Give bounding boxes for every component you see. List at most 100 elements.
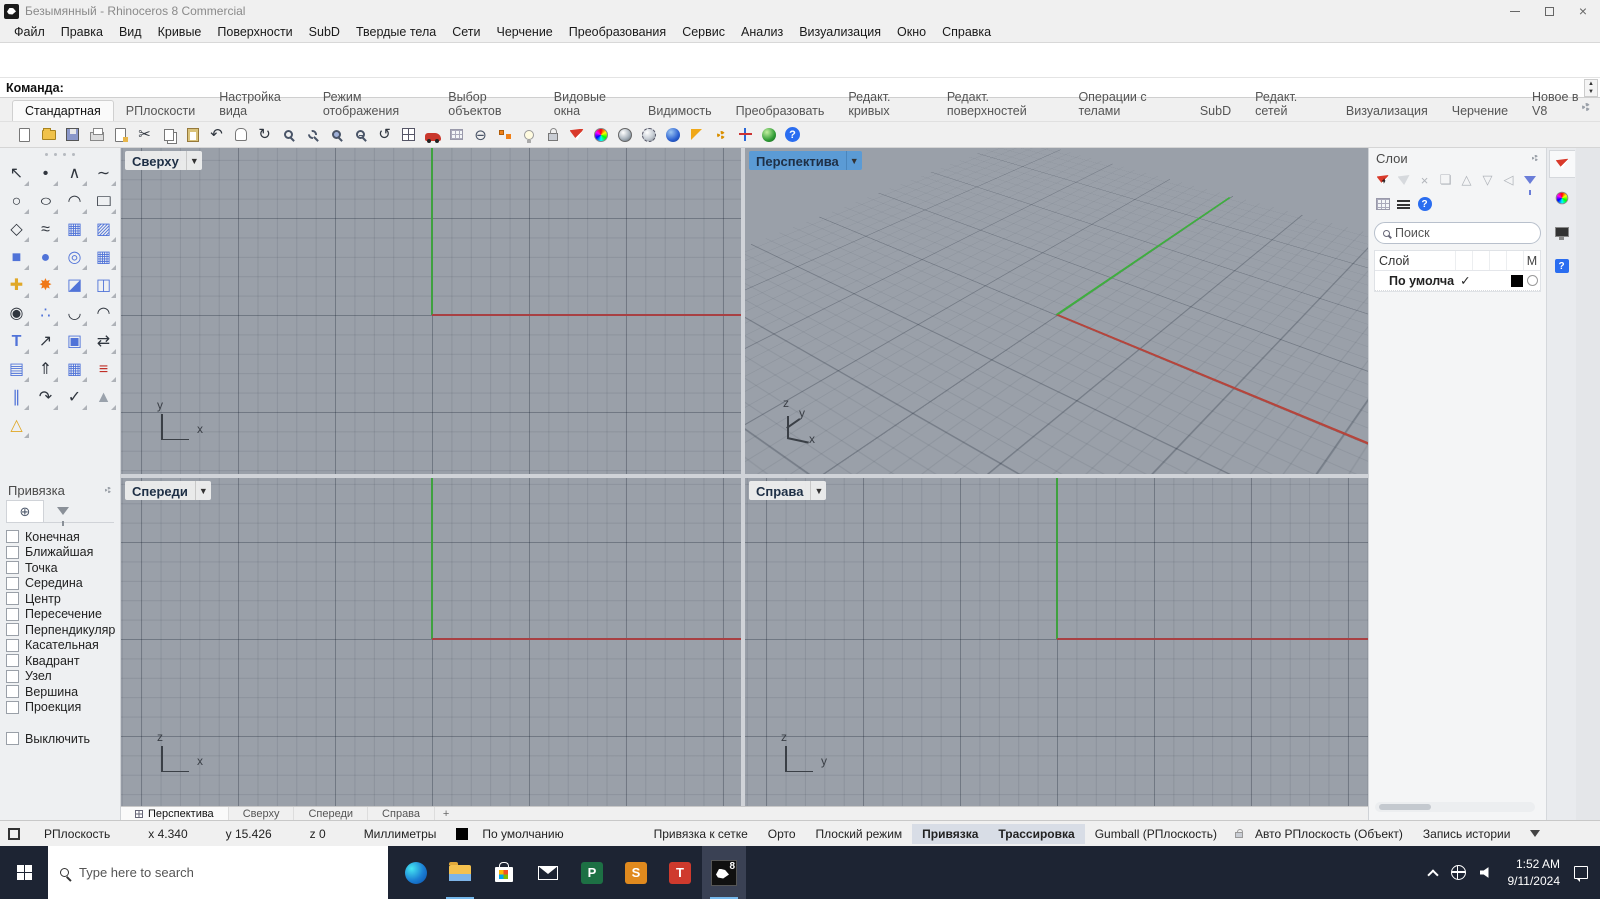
analyze-grid-icon[interactable] [446, 124, 467, 145]
layer-left-icon[interactable]: ◁ [1500, 172, 1517, 189]
viewport-top[interactable]: Сверху ▼ y x [121, 148, 741, 474]
viewport-menu-arrow-icon[interactable]: ▼ [185, 151, 202, 170]
status-ortho[interactable]: Орто [758, 827, 806, 841]
viewport-layout-icon[interactable] [398, 124, 419, 145]
toolbox-polygon-icon[interactable]: ◇ [2, 216, 31, 244]
viewport-menu-arrow-icon[interactable]: ▼ [810, 481, 827, 500]
tab-solid-ops[interactable]: Операции с телами [1066, 87, 1187, 121]
checkbox[interactable] [6, 638, 19, 652]
osnap-point[interactable]: Точка [6, 560, 114, 576]
toolbox-surface-grid-icon[interactable]: ▦ [89, 244, 118, 272]
taskbar-app-t[interactable]: T [658, 846, 702, 899]
zoom-extents-icon[interactable] [350, 124, 371, 145]
toolbox-check-errors-icon[interactable]: ✓ [60, 384, 89, 412]
viewport-front-label[interactable]: Спереди ▼ [125, 481, 211, 500]
undo-icon[interactable]: ↶ [206, 124, 227, 145]
menu-analyze[interactable]: Анализ [733, 23, 791, 41]
rendered-mode-icon[interactable] [662, 124, 683, 145]
tab-standard[interactable]: Стандартная [12, 100, 114, 121]
taskbar-app-s[interactable]: S [614, 846, 658, 899]
status-square-icon[interactable] [8, 827, 20, 840]
menu-window[interactable]: Окно [889, 23, 934, 41]
gumball-icon[interactable] [734, 124, 755, 145]
checkbox[interactable] [6, 685, 19, 699]
osnap-disable[interactable]: Выключить [6, 731, 114, 747]
open-file-icon[interactable] [38, 124, 59, 145]
taskbar-clock[interactable]: 1:52 AM 9/11/2024 [1508, 856, 1561, 888]
move-icon[interactable] [422, 124, 443, 145]
scrollbar-thumb[interactable] [1379, 804, 1431, 810]
tab-transform[interactable]: Преобразовать [724, 101, 837, 121]
menu-subd[interactable]: SubD [301, 23, 348, 41]
toolbox-extrude-icon[interactable]: ⇑ [31, 356, 60, 384]
start-button[interactable] [0, 846, 48, 899]
tab-view-setup[interactable]: Настройка вида [207, 87, 311, 121]
viewport-perspective-label[interactable]: Перспектива ▼ [749, 151, 862, 170]
pan-icon[interactable] [230, 124, 251, 145]
taskbar-edge[interactable] [394, 846, 438, 899]
viewport-top-label[interactable]: Сверху ▼ [125, 151, 202, 170]
osnap-end[interactable]: Конечная [6, 529, 114, 545]
osnap-near[interactable]: Ближайшая [6, 545, 114, 561]
menu-solids[interactable]: Твердые тела [348, 23, 444, 41]
toolbox-lasso-icon[interactable]: △ [2, 412, 31, 440]
status-units[interactable]: Миллиметры [354, 827, 447, 841]
checkbox[interactable] [6, 623, 19, 637]
status-smarttrack[interactable]: Трассировка [988, 823, 1085, 844]
toolbox-array-icon[interactable]: ▦ [60, 356, 89, 384]
toolbox-blend-icon[interactable]: ◠ [89, 300, 118, 328]
paste-icon[interactable] [182, 124, 203, 145]
toolbox-array-linear-icon[interactable]: ≡ [89, 356, 118, 384]
menu-view[interactable]: Вид [111, 23, 150, 41]
viewport-right[interactable]: Справа ▼ z y [745, 478, 1368, 806]
notifications-icon[interactable] [686, 124, 707, 145]
checkbox[interactable] [6, 732, 19, 746]
toolbox-mirror-icon[interactable]: ⇄ [89, 328, 118, 356]
osnap-center[interactable]: Центр [6, 591, 114, 607]
action-center-icon[interactable] [1574, 866, 1588, 882]
vtab-top[interactable]: Сверху [229, 807, 295, 820]
print-icon[interactable] [86, 124, 107, 145]
checkbox[interactable] [6, 700, 19, 714]
checkbox[interactable] [6, 545, 19, 559]
zoom-dynamic-icon[interactable] [278, 124, 299, 145]
toolbox-grip[interactable] [0, 148, 120, 160]
ghosted-mode-icon[interactable] [638, 124, 659, 145]
vtab-right[interactable]: Справа [368, 807, 436, 820]
layer-search-input[interactable]: Поиск [1374, 222, 1541, 244]
checkbox[interactable] [6, 576, 19, 590]
duplicate-layer-icon[interactable]: ❏ [1437, 172, 1454, 189]
toolbox-cone-icon[interactable]: ▲ [89, 384, 118, 412]
network-icon[interactable] [1450, 865, 1466, 880]
checkbox[interactable] [6, 530, 19, 544]
checkbox[interactable] [6, 607, 19, 621]
minimize-button[interactable] [1498, 0, 1532, 22]
taskbar-file-explorer[interactable] [438, 846, 482, 899]
options-gear-icon[interactable] [710, 124, 731, 145]
new-layer-icon[interactable] [1374, 172, 1391, 189]
taskbar-rhino[interactable]: 8 [702, 846, 746, 899]
toolbox-solid-tools-icon[interactable]: ▤ [2, 356, 31, 384]
osnap-gear-icon[interactable] [104, 486, 112, 494]
toolbox-text-icon[interactable]: T [2, 328, 31, 356]
toolbox-point-icon[interactable]: • [31, 160, 60, 188]
volume-icon[interactable] [1479, 867, 1489, 878]
page-edit-icon[interactable] [110, 124, 131, 145]
menu-file[interactable]: Файл [6, 23, 53, 41]
rotate-view-icon[interactable]: ↻ [254, 124, 275, 145]
status-layer[interactable]: По умолчанию [472, 827, 573, 841]
toolbox-move-icon[interactable]: ↗ [31, 328, 60, 356]
tab-mesh-edit[interactable]: Редакт. сетей [1243, 87, 1334, 121]
color-wheel-icon[interactable] [590, 124, 611, 145]
osnap-intersection[interactable]: Пересечение [6, 607, 114, 623]
help-icon[interactable] [782, 124, 803, 145]
save-file-icon[interactable] [62, 124, 83, 145]
taskbar-app-p[interactable]: P [570, 846, 614, 899]
osnap-vertex[interactable]: Вершина [6, 684, 114, 700]
status-auto-cplane[interactable]: Авто РПлоскость (Объект) [1245, 827, 1413, 841]
toolbox-point-cloud-icon[interactable]: ∴ [31, 300, 60, 328]
checkbox[interactable] [6, 561, 19, 575]
menu-drafting[interactable]: Черчение [489, 23, 561, 41]
menu-tools[interactable]: Сервис [674, 23, 733, 41]
layer-up-icon[interactable]: △ [1458, 172, 1475, 189]
